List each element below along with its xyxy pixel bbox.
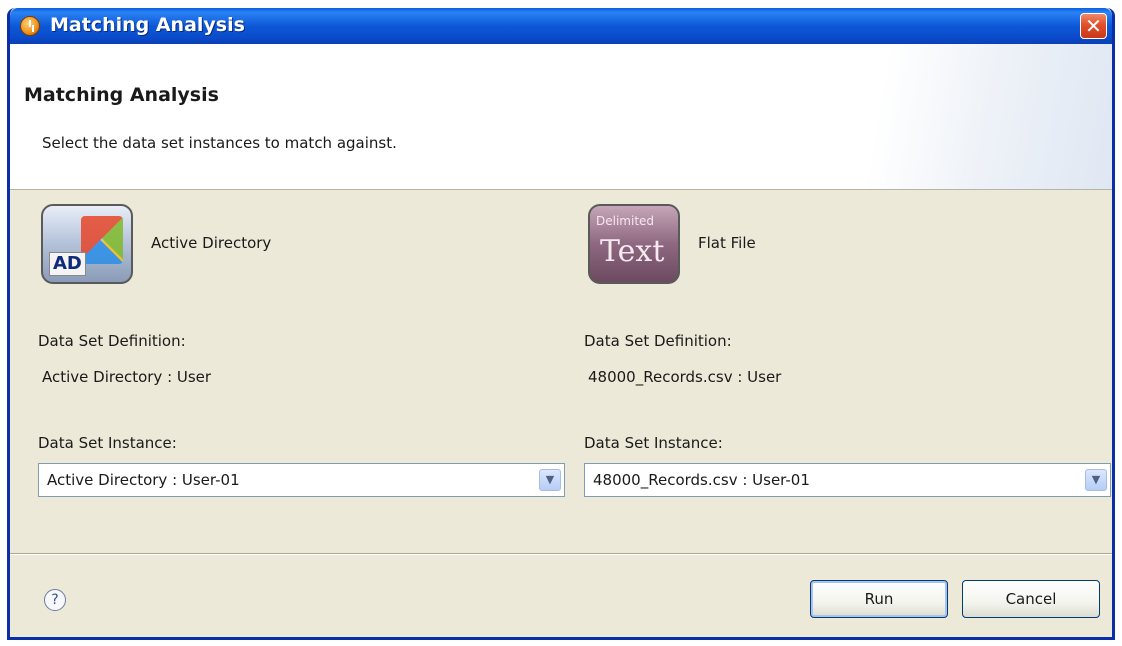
left-instance-value: Active Directory : User-01 [47, 471, 240, 489]
window-title: Matching Analysis [50, 14, 245, 36]
right-source-name: Flat File [698, 234, 756, 252]
delimited-text-icon: Delimited Text [588, 204, 680, 284]
left-definition-label: Data Set Definition: [38, 332, 186, 350]
close-button[interactable]: ✕ [1080, 13, 1107, 39]
help-icon[interactable]: ? [44, 589, 66, 611]
left-source-name: Active Directory [151, 234, 272, 252]
left-instance-label: Data Set Instance: [38, 434, 177, 452]
right-instance-select[interactable]: 48000_Records.csv : User-01 ▼ [584, 463, 1111, 497]
left-instance-select[interactable]: Active Directory : User-01 ▼ [38, 463, 565, 497]
right-instance-value: 48000_Records.csv : User-01 [593, 471, 810, 489]
active-directory-icon: AD [41, 204, 133, 284]
header-title: Matching Analysis [24, 84, 219, 106]
right-definition-label: Data Set Definition: [584, 332, 732, 350]
header-subtitle: Select the data set instances to match a… [42, 134, 397, 152]
text-icon-caption: Text [600, 234, 665, 269]
chevron-down-icon[interactable]: ▼ [1085, 469, 1107, 491]
chevron-down-icon[interactable]: ▼ [539, 469, 561, 491]
app-icon [20, 16, 40, 36]
dialog-header: Matching Analysis Select the data set in… [10, 44, 1112, 190]
ad-icon-label: AD [49, 252, 86, 276]
windows-logo-icon [81, 216, 123, 264]
left-definition-value: Active Directory : User [42, 368, 212, 386]
right-definition-value: 48000_Records.csv : User [588, 368, 782, 386]
delimited-icon-caption: Delimited [596, 214, 655, 228]
run-button[interactable]: Run [810, 580, 948, 618]
title-bar[interactable]: Matching Analysis ✕ [10, 8, 1112, 44]
matching-analysis-dialog: Matching Analysis ✕ Matching Analysis Se… [7, 8, 1115, 640]
cancel-button[interactable]: Cancel [962, 580, 1100, 618]
right-instance-label: Data Set Instance: [584, 434, 723, 452]
footer-separator [10, 553, 1112, 555]
